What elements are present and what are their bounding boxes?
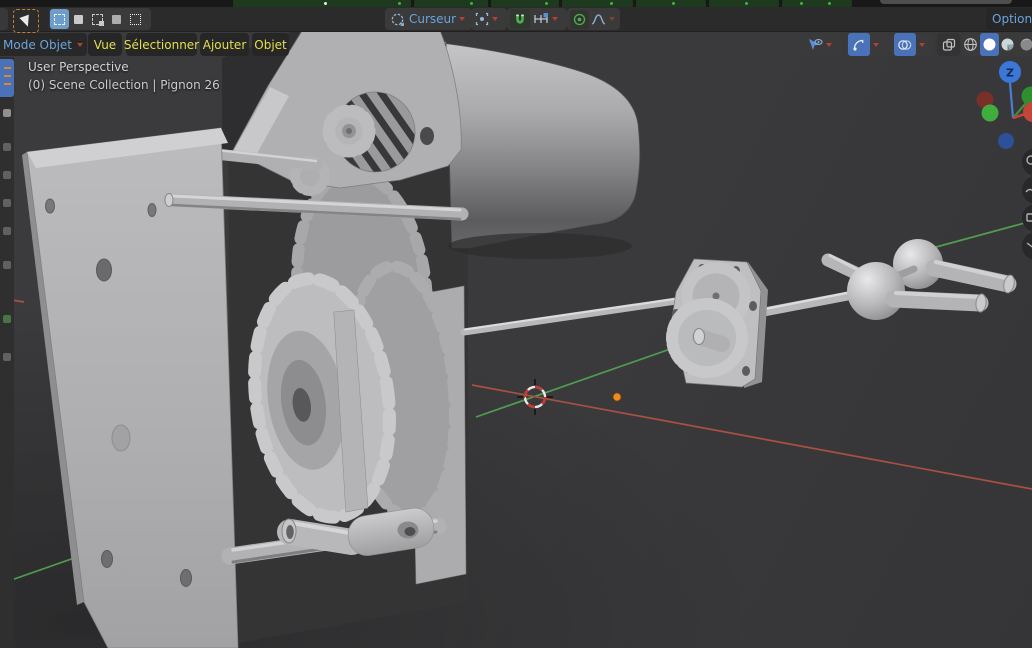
toolbar-transform-tool[interactable] xyxy=(3,227,11,235)
view-perspective-label: User Perspective xyxy=(28,58,129,76)
transform-orientation-dropdown[interactable]: Curseur xyxy=(385,8,472,30)
box-select-invert-icon[interactable] xyxy=(107,9,126,29)
box-select-subtract-icon[interactable] xyxy=(88,9,107,29)
pivot-point-icon xyxy=(475,12,489,26)
xray-toggle-button[interactable] xyxy=(937,33,960,56)
menu-label: Sélectionner xyxy=(124,38,199,52)
orientation-gimbal-icon xyxy=(390,12,405,27)
toolbar-measure-tool[interactable] xyxy=(3,315,11,323)
snap-magnet-icon xyxy=(513,12,527,26)
tool-settings-bar: Curseur xyxy=(0,7,1032,32)
viewport-3d-scene[interactable]: Z xyxy=(0,0,1032,648)
options-label: Options xyxy=(992,12,1032,26)
toolbar-move-tool[interactable] xyxy=(3,143,11,151)
shading-rendered-icon xyxy=(1019,37,1032,52)
shading-material-icon xyxy=(1000,37,1015,52)
box-select-extend-icon[interactable] xyxy=(69,9,88,29)
chevron-down-icon xyxy=(552,17,558,21)
toolbar-cursor-tool[interactable] xyxy=(3,109,11,117)
gearbox-model[interactable] xyxy=(22,26,1016,648)
toolbar-strip xyxy=(0,57,14,648)
snapping-group xyxy=(507,8,567,30)
toolbar-rotate-tool[interactable] xyxy=(3,171,11,179)
gizmo-toggle-button[interactable] xyxy=(848,33,870,56)
xray-toggle-icon xyxy=(942,38,956,52)
proportional-editing-group xyxy=(567,8,620,30)
overlays-toggle-icon xyxy=(897,38,912,52)
visibility-filter-icon xyxy=(807,38,823,52)
box-select-intersect-icon[interactable] xyxy=(126,9,145,29)
proportional-editing-icon xyxy=(573,13,586,26)
pivot-point-dropdown[interactable] xyxy=(471,8,507,30)
shading-material-button[interactable] xyxy=(999,33,1018,56)
select-box-cursor-icon xyxy=(19,14,32,28)
proportional-editing-button[interactable] xyxy=(570,10,589,29)
menu-label: Objet xyxy=(254,38,286,52)
navigation-gizmo[interactable]: Z xyxy=(977,61,1032,149)
active-tool-button[interactable] xyxy=(13,9,39,33)
small-gearbox xyxy=(672,259,768,388)
shading-wireframe-icon xyxy=(963,37,978,52)
toolbar-annotate-tool[interactable] xyxy=(3,261,11,269)
chevron-down-icon xyxy=(459,17,465,21)
orientation-label: Curseur xyxy=(409,12,456,26)
toolbar-scale-tool[interactable] xyxy=(3,199,11,207)
scene-collection-label: (0) Scene Collection | Pignon 26 xyxy=(28,76,220,94)
blender-window: Z User Perspective (0) Scene Collection … xyxy=(0,0,1032,648)
falloff-curve-icon xyxy=(591,13,606,26)
visibility-filter-dropdown[interactable] xyxy=(803,33,841,56)
overlays-toggle-button[interactable] xyxy=(894,33,916,56)
menu-objet[interactable]: Objet xyxy=(252,33,289,56)
gizmos-toggle-group xyxy=(845,33,887,56)
menu-ajouter[interactable]: Ajouter xyxy=(200,33,249,56)
box-select-new-icon[interactable] xyxy=(50,9,69,29)
object-origin-dot[interactable] xyxy=(613,393,621,401)
shading-mode-group xyxy=(961,33,1032,56)
universal-joint xyxy=(828,239,1016,320)
chevron-down-icon xyxy=(826,43,832,47)
chevron-down-icon xyxy=(609,17,615,21)
menu-label: Vue xyxy=(94,38,116,52)
gizmo-toggle-icon xyxy=(852,38,866,52)
options-button[interactable]: Options xyxy=(986,8,1032,30)
shading-rendered-button[interactable] xyxy=(1017,33,1032,56)
gizmo-neg-y-axis[interactable] xyxy=(982,105,999,122)
shading-solid-button[interactable] xyxy=(980,33,999,56)
overlays-toggle-group xyxy=(890,33,933,56)
select-mode-group xyxy=(49,8,151,30)
snap-toggle-button[interactable] xyxy=(510,9,530,29)
gizmo-neg-z-axis[interactable] xyxy=(998,133,1014,149)
gizmo-z-label: Z xyxy=(1006,67,1014,80)
partial-tool-icon[interactable] xyxy=(0,8,8,30)
toolbar-addcube-tool[interactable] xyxy=(3,353,11,361)
viewport-nav-buttons[interactable] xyxy=(1022,148,1032,260)
mode-label: Mode Objet xyxy=(3,38,72,52)
chevron-down-icon xyxy=(492,17,498,21)
menu-label: Ajouter xyxy=(203,38,247,52)
toolbar-active-select-tool[interactable] xyxy=(0,59,14,97)
pinion-gear-small xyxy=(329,111,369,151)
mode-dropdown[interactable]: Mode Objet xyxy=(0,33,87,56)
menu-vue[interactable]: Vue xyxy=(88,33,122,56)
chevron-down-icon xyxy=(77,43,83,47)
shading-solid-icon xyxy=(982,37,997,52)
view3d-header: Mode Objet Vue Sélectionner Ajouter Obje… xyxy=(0,33,1032,56)
shading-wireframe-button[interactable] xyxy=(961,33,980,56)
chevron-down-icon xyxy=(873,43,879,47)
menu-selectionner[interactable]: Sélectionner xyxy=(126,33,197,56)
snap-increment-icon xyxy=(533,12,549,26)
editor-above-strip xyxy=(0,0,1032,7)
chevron-down-icon xyxy=(919,43,925,47)
